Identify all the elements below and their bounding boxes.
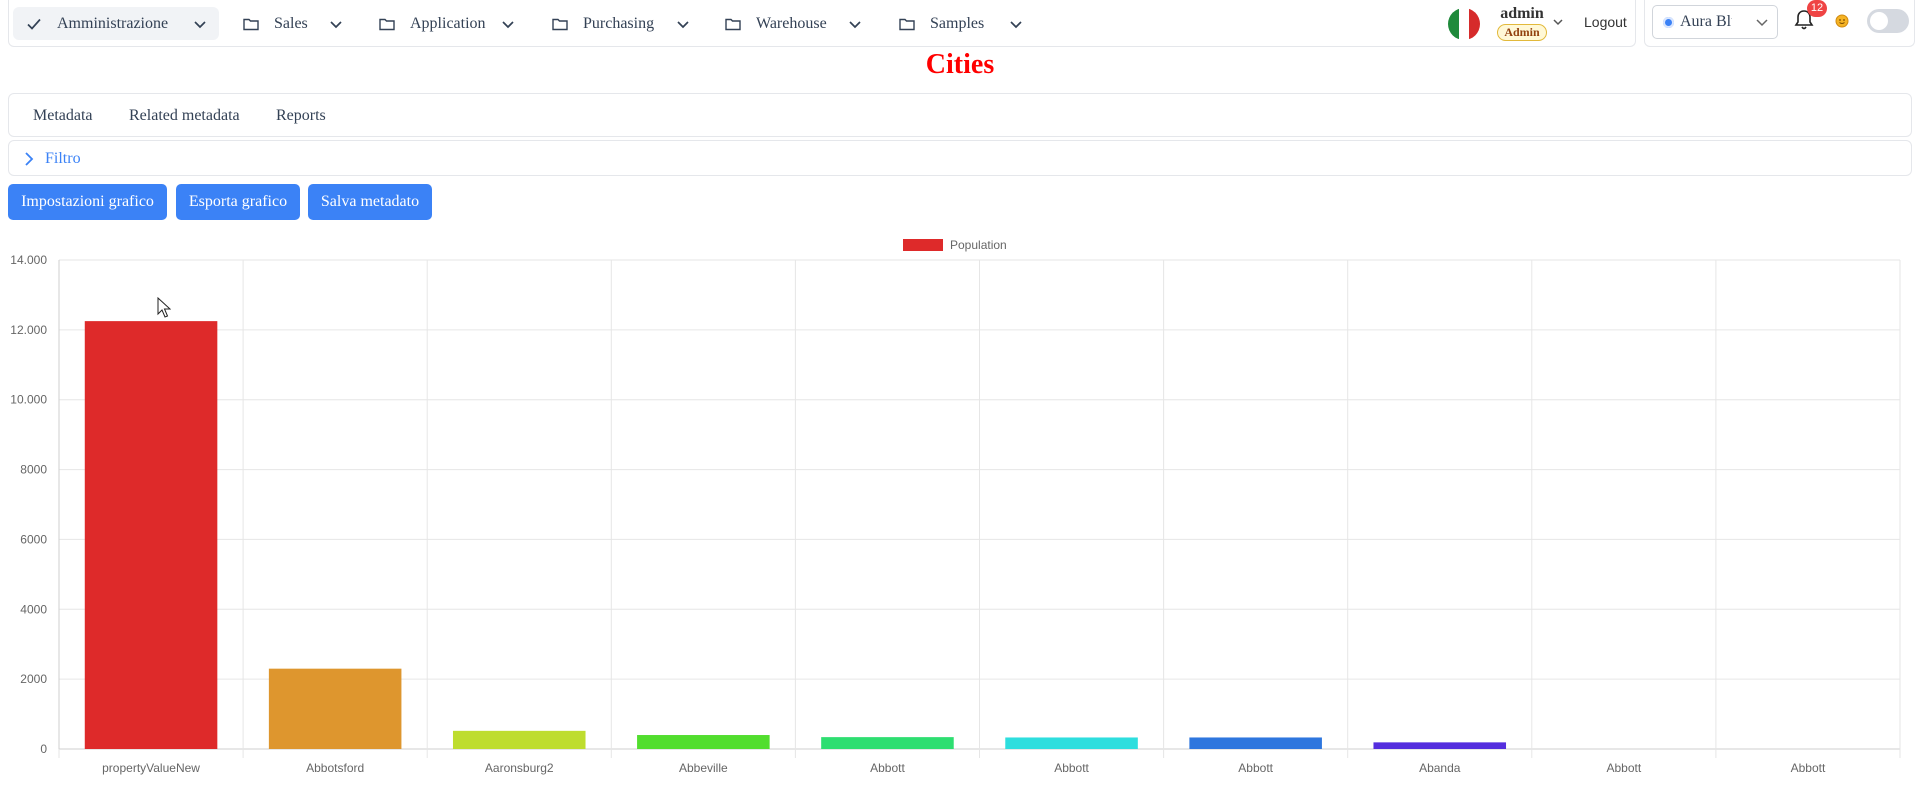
bar	[452, 730, 586, 749]
filter-label: Filtro	[45, 150, 81, 167]
tab-related-metadata[interactable]: Related metadata	[129, 107, 240, 125]
bar-chart: 0 2000 4000 6000 8000 10.000 12.000 14.000 prope…	[10, 238, 1901, 775]
menu-item-samples[interactable]: Samples	[886, 7, 1035, 40]
menu-item-amministrazione[interactable]: Amministrazione	[13, 7, 219, 40]
top-menubar: Amministrazione Sales Application Purchasin…	[8, 0, 1636, 47]
folder-icon	[724, 15, 742, 33]
page-title: Cities	[925, 49, 995, 80]
menu-item-application[interactable]: Application	[366, 7, 527, 40]
notification-count-badge: 12	[1807, 0, 1827, 17]
x-tick-label: Abbott	[1238, 761, 1273, 775]
menu-item-sales[interactable]: Sales	[230, 7, 355, 40]
chart-settings-button[interactable]: Impostazioni grafico	[8, 184, 167, 220]
menu-item-label: Sales	[274, 14, 308, 32]
y-tick-label: 0	[40, 742, 47, 756]
bar	[637, 735, 770, 749]
tab-bar: Metadata Related metadata Reports	[8, 93, 1912, 137]
export-chart-button[interactable]: Esporta grafico	[176, 184, 300, 220]
folder-icon	[898, 15, 916, 33]
bar	[1005, 737, 1138, 749]
y-tick-label: 14.000	[10, 253, 47, 267]
x-tick-label: Abbeville	[679, 761, 728, 775]
chevron-down-icon[interactable]	[1552, 16, 1564, 28]
folder-icon	[551, 15, 569, 33]
chevron-down-icon	[848, 17, 862, 31]
chevron-down-icon	[193, 17, 207, 31]
x-tick-label: Abbott	[1054, 761, 1089, 775]
chevron-down-icon	[329, 17, 343, 31]
user-role-badge: Admin	[1497, 24, 1547, 41]
x-tick-label: Aaronsburg2	[485, 761, 554, 775]
mouse-cursor-icon	[157, 297, 171, 318]
toolbar-right: Aura Blue 12	[1644, 0, 1915, 47]
menu-item-label: Application	[410, 14, 486, 32]
menu-item-label: Amministrazione	[57, 14, 169, 32]
chevron-down-icon	[1756, 19, 1768, 27]
user-name: admin	[1500, 5, 1544, 22]
filter-panel-toggle[interactable]: Filtro	[8, 140, 1912, 176]
y-tick-label: 4000	[20, 602, 47, 616]
check-icon	[25, 15, 43, 33]
theme-select-value: Aura Blue	[1680, 13, 1732, 30]
legend-swatch	[903, 239, 943, 251]
y-tick-label: 6000	[20, 532, 47, 546]
menu-item-warehouse[interactable]: Warehouse	[712, 7, 874, 40]
chevron-right-icon	[25, 152, 34, 166]
x-tick-label: Abbott	[1606, 761, 1641, 775]
x-tick-label: Abanda	[1419, 761, 1461, 775]
bar	[1189, 737, 1322, 749]
folder-icon	[378, 15, 396, 33]
bar	[821, 737, 954, 749]
theme-color-dot	[1663, 16, 1674, 28]
x-tick-label: Abbott	[870, 761, 905, 775]
y-tick-label: 2000	[20, 672, 47, 686]
dark-mode-toggle[interactable]	[1867, 9, 1909, 33]
menu-item-purchasing[interactable]: Purchasing	[539, 7, 702, 40]
menu-item-label: Purchasing	[583, 14, 655, 32]
save-metadata-button[interactable]: Salva metadato	[308, 184, 432, 220]
theme-select[interactable]: Aura Blue	[1652, 5, 1778, 39]
logout-button[interactable]: Logout	[1584, 14, 1627, 30]
legend-label: Population	[950, 238, 1007, 252]
menu-item-label: Warehouse	[756, 14, 827, 32]
x-tick-label: Abbott	[1791, 761, 1826, 775]
y-tick-label: 10.000	[10, 393, 47, 407]
user-menu[interactable]: admin Admin	[1495, 4, 1549, 41]
chevron-down-icon	[1009, 17, 1023, 31]
tab-reports[interactable]: Reports	[276, 107, 326, 125]
chevron-down-icon	[501, 17, 515, 31]
menu-item-label: Samples	[930, 14, 985, 32]
bar	[1373, 742, 1507, 749]
chevron-down-icon	[676, 17, 690, 31]
y-tick-label: 8000	[20, 463, 47, 477]
x-tick-label: propertyValueNew	[102, 761, 200, 775]
folder-icon	[242, 15, 260, 33]
bar	[268, 668, 402, 749]
tab-metadata[interactable]: Metadata	[33, 107, 93, 125]
x-tick-label: Abbotsford	[306, 761, 364, 775]
bar	[84, 321, 218, 749]
y-tick-label: 12.000	[10, 323, 47, 337]
italy-flag-icon[interactable]	[1448, 8, 1480, 40]
sun-icon[interactable]	[1832, 11, 1852, 31]
